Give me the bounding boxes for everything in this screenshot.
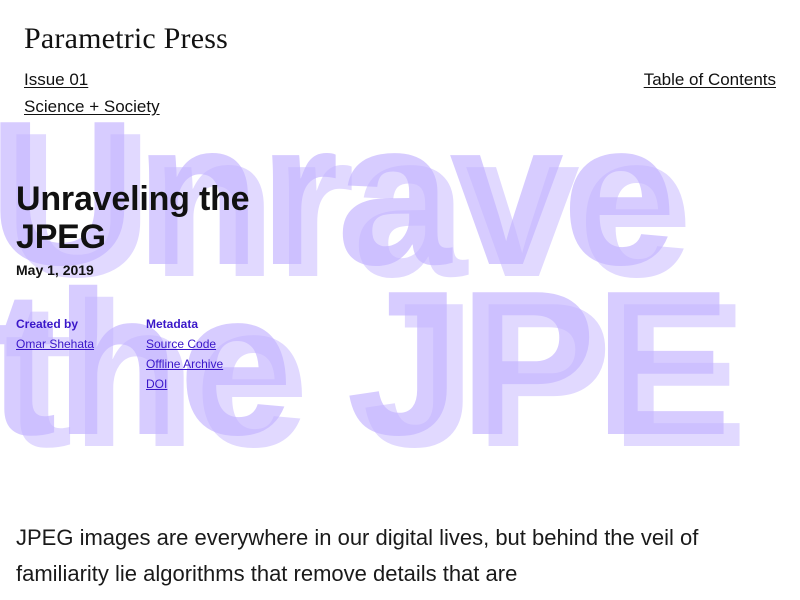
metadata-heading: Metadata <box>146 317 199 331</box>
source-code-link[interactable]: Source Code <box>146 334 223 354</box>
background-title-line-2: the JPE <box>0 248 732 478</box>
author-link[interactable]: Omar Shehata <box>16 334 94 354</box>
metadata-section: Metadata Source Code Offline Archive DOI <box>146 314 223 394</box>
issue-link[interactable]: Issue 01 <box>24 69 88 91</box>
site-masthead[interactable]: Parametric Press <box>24 21 228 57</box>
article-title: Unraveling the JPEG <box>16 180 250 256</box>
created-by-section: Created by Omar Shehata <box>16 314 94 354</box>
intro-paragraph: JPEG images are everywhere in our digita… <box>16 525 699 586</box>
section-link[interactable]: Science + Society <box>24 96 160 118</box>
created-by-heading: Created by <box>16 317 79 331</box>
offline-archive-link[interactable]: Offline Archive <box>146 354 223 374</box>
table-of-contents-link[interactable]: Table of Contents <box>644 69 776 91</box>
doi-link[interactable]: DOI <box>146 374 223 394</box>
page: Unrave the JPE Parametric Press Issue 01… <box>0 0 800 600</box>
publication-date: May 1, 2019 <box>16 262 94 278</box>
background-title: Unrave the JPE <box>0 90 732 478</box>
